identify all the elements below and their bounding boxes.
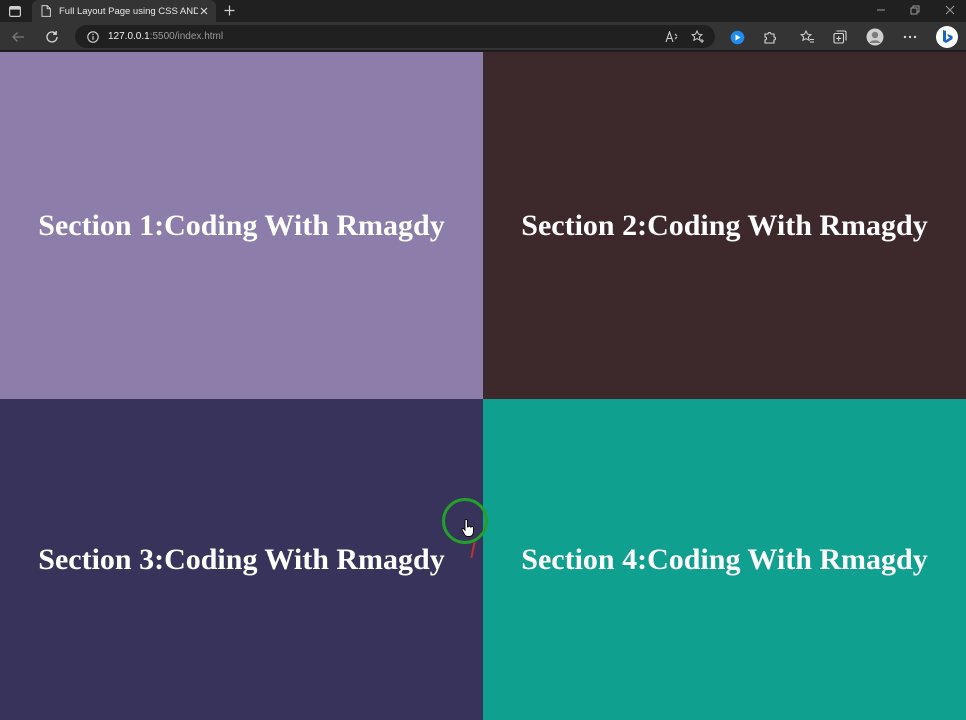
more-dots-icon xyxy=(903,35,917,39)
avatar-icon xyxy=(866,28,884,46)
read-aloud-button[interactable] xyxy=(663,28,680,45)
close-window-icon xyxy=(945,5,955,15)
essentials-icon xyxy=(730,30,744,44)
restore-icon xyxy=(910,5,920,15)
section-2: Section 2:Coding With Rmagdy xyxy=(483,52,966,399)
site-info-icon[interactable] xyxy=(87,30,99,43)
active-tab[interactable]: Full Layout Page using CSS AND xyxy=(32,0,216,22)
refresh-button[interactable] xyxy=(41,26,63,48)
section-4: Section 4:Coding With Rmagdy xyxy=(483,399,966,720)
settings-and-more-button[interactable] xyxy=(899,26,921,48)
url-path: :5500/index.html xyxy=(149,31,224,42)
section-2-heading: Section 2:Coding With Rmagdy xyxy=(521,208,928,242)
collections-button[interactable] xyxy=(829,26,851,48)
restore-button[interactable] xyxy=(900,0,930,20)
refresh-icon xyxy=(46,31,58,43)
minimize-icon xyxy=(877,9,885,11)
hand-cursor-icon xyxy=(461,519,474,537)
section-4-heading: Section 4:Coding With Rmagdy xyxy=(521,542,928,576)
tab-strip: Full Layout Page using CSS AND xyxy=(0,0,966,22)
extensions-button[interactable] xyxy=(759,26,781,48)
tab-actions-menu-button[interactable] xyxy=(6,0,24,22)
puzzle-icon xyxy=(764,32,776,44)
tab-close-button[interactable] xyxy=(198,5,210,17)
bing-icon xyxy=(936,26,958,48)
bing-copilot-button[interactable] xyxy=(934,24,960,50)
browser-essentials-button[interactable] xyxy=(726,26,748,48)
collections-icon xyxy=(833,30,847,44)
read-aloud-icon xyxy=(664,30,677,42)
favorites-button[interactable] xyxy=(796,26,818,48)
close-window-button[interactable] xyxy=(935,0,965,20)
star-plus-icon xyxy=(690,29,704,43)
window-icon xyxy=(9,5,21,17)
add-favorite-button[interactable] xyxy=(689,28,706,45)
address-bar[interactable]: 127.0.0.1:5500/index.html xyxy=(75,25,715,48)
section-1: Section 1:Coding With Rmagdy xyxy=(0,52,483,399)
section-1-heading: Section 1:Coding With Rmagdy xyxy=(38,208,445,242)
close-icon xyxy=(200,7,208,15)
favorites-icon xyxy=(799,30,814,43)
page-icon xyxy=(41,5,51,17)
minimize-button[interactable] xyxy=(866,0,896,20)
plus-icon xyxy=(224,5,234,15)
back-arrow-icon xyxy=(12,32,24,42)
page-viewport: Section 1:Coding With Rmagdy Section 2:C… xyxy=(0,52,966,720)
section-3: Section 3:Coding With Rmagdy xyxy=(0,399,483,720)
back-button[interactable] xyxy=(7,26,29,48)
profile-button[interactable] xyxy=(864,26,886,48)
url-text: 127.0.0.1:5500/index.html xyxy=(108,31,223,42)
new-tab-button[interactable] xyxy=(221,2,237,18)
tab-title: Full Layout Page using CSS AND xyxy=(59,5,198,17)
browser-toolbar: 127.0.0.1:5500/index.html xyxy=(0,22,966,51)
url-host: 127.0.0.1 xyxy=(108,31,150,42)
section-3-heading: Section 3:Coding With Rmagdy xyxy=(38,542,445,576)
